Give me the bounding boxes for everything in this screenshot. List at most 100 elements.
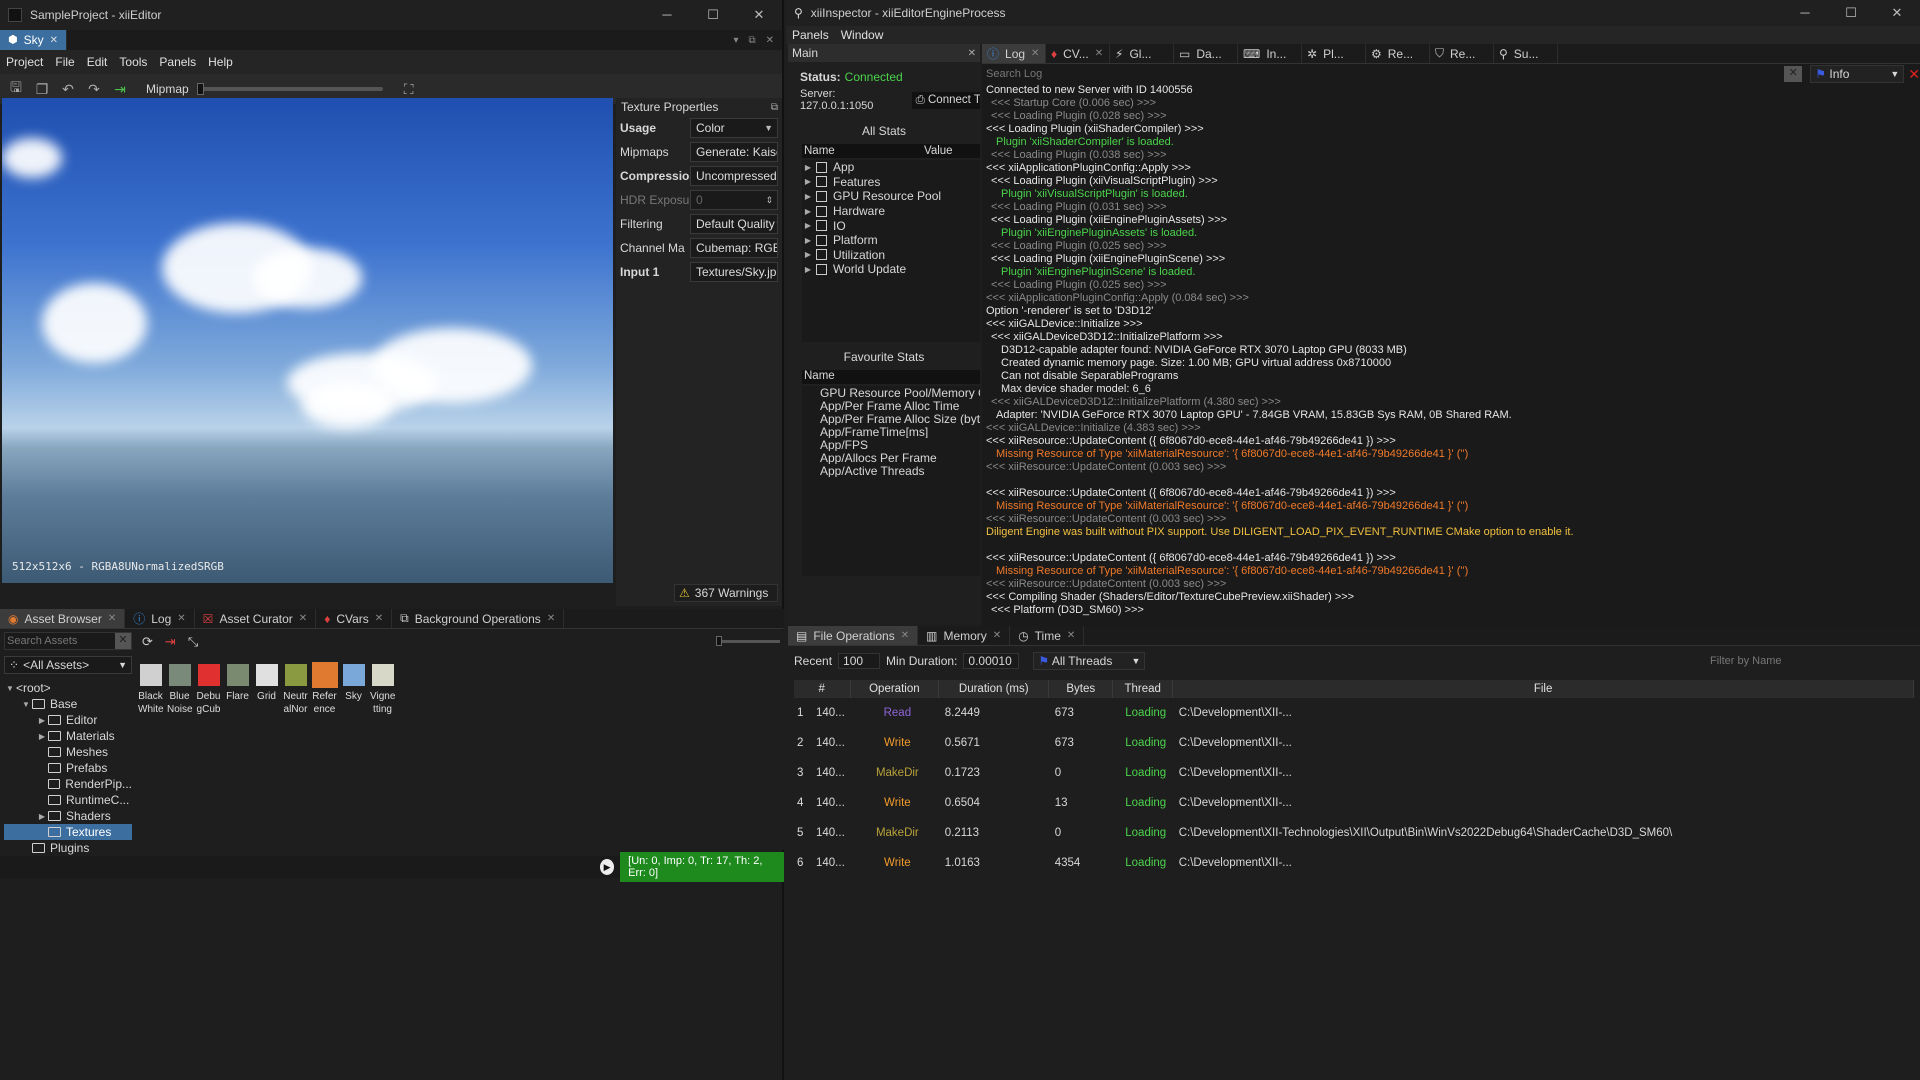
tree-item-plugins[interactable]: Plugins <box>4 840 132 856</box>
prop-value-mipmaps[interactable]: Generate: Kaiser▼ <box>690 142 778 162</box>
minimize-button[interactable]: ─ <box>1782 5 1828 21</box>
expand-icon[interactable]: ▶ <box>802 192 814 201</box>
float-icon[interactable]: ⧉ <box>748 35 755 46</box>
fav-col-name[interactable]: Name <box>802 370 980 384</box>
mipmap-slider[interactable] <box>196 83 383 95</box>
warnings-badge[interactable]: ⚠ 367 Warnings <box>674 584 778 602</box>
favourite-stat[interactable]: App/Active Threads <box>802 464 980 477</box>
tree-item-shaders[interactable]: ▶ Shaders <box>4 808 132 824</box>
log-level-combo[interactable]: ⚑ Info ▼ <box>1810 65 1905 83</box>
expand-icon[interactable]: ▶ <box>36 716 48 725</box>
dropdown-icon[interactable]: ▾ <box>733 35 738 46</box>
stat-group-gpu-resource-pool[interactable]: ▶ GPU Resource Pool <box>802 189 980 204</box>
stat-group-utilization[interactable]: ▶ Utilization <box>802 248 980 263</box>
favourite-stat[interactable]: GPU Resource Pool/Memory Consur <box>802 386 980 399</box>
stat-group-io[interactable]: ▶ IO <box>802 218 980 233</box>
close-tab-icon[interactable]: ✕ <box>299 613 307 624</box>
menu-panels[interactable]: Panels <box>159 55 196 69</box>
close-tab-icon[interactable]: ✕ <box>375 613 383 624</box>
tab-file-operations[interactable]: ▤ File Operations ✕ <box>788 626 919 645</box>
undock-icon[interactable]: ⧉ <box>771 102 778 113</box>
asset-tile-neutr-alnor[interactable]: Neutr alNor <box>283 664 308 716</box>
search-assets-input[interactable]: Search Assets <box>7 635 77 647</box>
tree-item-editor[interactable]: ▶ Editor <box>4 712 132 728</box>
asset-tile-blue-noise[interactable]: Blue Noise <box>167 664 193 716</box>
prop-value-usage[interactable]: Color ▼ <box>690 118 778 138</box>
search-log-input[interactable]: Search Log <box>982 68 1042 80</box>
log-tab-globals[interactable]: ⚡ Gl... <box>1110 44 1174 63</box>
expand-icon[interactable]: ▼ <box>4 684 16 693</box>
stat-group-world-update[interactable]: ▶ World Update <box>802 262 980 277</box>
close-tab-icon[interactable]: ✕ <box>108 613 116 624</box>
tab-time[interactable]: ◷ Time ✕ <box>1010 626 1085 645</box>
tree-item-root[interactable]: ▼ <root> <box>4 680 132 696</box>
maximize-button[interactable]: ☐ <box>1828 5 1874 21</box>
asset-tile-refer-ence[interactable]: Refer ence <box>311 662 338 716</box>
col-file[interactable]: File <box>1172 680 1914 698</box>
close-tab-icon[interactable]: ✕ <box>50 35 58 46</box>
expand-icon[interactable]: ▶ <box>802 207 814 216</box>
clear-all-icon[interactable]: ✕ <box>1908 66 1920 83</box>
stat-group-platform[interactable]: ▶ Platform <box>802 233 980 248</box>
mipmap-slider-handle[interactable] <box>196 83 204 95</box>
threads-combo[interactable]: ⚑ All Threads ▼ <box>1033 652 1146 670</box>
clear-log-icon[interactable]: ✕ <box>1784 66 1803 82</box>
tree-item-materials[interactable]: ▶ Materials <box>4 728 132 744</box>
close-panel-icon[interactable]: ✕ <box>968 48 976 59</box>
close-button[interactable]: ✕ <box>1874 5 1920 21</box>
close-button[interactable]: ✕ <box>736 7 782 23</box>
minimize-button[interactable]: ─ <box>644 7 690 23</box>
close-tab-icon[interactable]: ✕ <box>1031 48 1039 59</box>
tree-item-renderpip[interactable]: RenderPip... <box>4 776 132 792</box>
col-duration-ms[interactable]: Duration (ms) <box>938 680 1050 698</box>
menu-help[interactable]: Help <box>208 55 233 69</box>
undo-icon[interactable]: ↶ <box>60 81 76 98</box>
asset-tile-vigne-tting[interactable]: Vigne tting <box>370 664 395 716</box>
main-tab-label[interactable]: Main <box>792 46 818 60</box>
col-operation[interactable]: Operation <box>850 680 940 698</box>
min-duration-spinbox[interactable]: 0.00010 <box>963 653 1020 669</box>
close-tab-icon[interactable]: ✕ <box>993 630 1001 641</box>
tree-item-prefabs[interactable]: Prefabs <box>4 760 132 776</box>
asset-tile-grid[interactable]: Grid <box>254 664 279 716</box>
col-value[interactable]: Value <box>922 145 953 157</box>
log-tab-info[interactable]: ⓘ Log ✕ <box>982 44 1046 63</box>
log-tab-input[interactable]: ⌨ In... <box>1238 44 1302 63</box>
prop-value-hdr-exposu[interactable]: 0 ⇕ <box>690 190 778 210</box>
tab-cvars[interactable]: ♦ CVars ✕ <box>316 609 393 628</box>
table-row[interactable]: 6 140... Write 1.0163 4354 Loading C:\Developm… <box>794 848 1914 878</box>
thumbnail-size-slider[interactable] <box>716 636 780 646</box>
tab-asset-browser[interactable]: ◉ Asset Browser ✕ <box>0 609 126 628</box>
log-tab-subsystems[interactable]: ⚲ Su... <box>1494 44 1558 63</box>
tree-item-textures[interactable]: Textures <box>4 824 132 840</box>
close-tab-icon[interactable]: ✕ <box>901 630 909 641</box>
log-tab-plugins[interactable]: ✲ Pl... <box>1302 44 1366 63</box>
menu-tools[interactable]: Tools <box>119 55 147 69</box>
table-row[interactable]: 5 140... MakeDir 0.2113 0 Loading C:\Developme… <box>794 818 1914 848</box>
prop-value-filtering[interactable]: Default Quality▼ <box>690 214 778 234</box>
tree-item-meshes[interactable]: Meshes <box>4 744 132 760</box>
close-tab-icon[interactable]: ✕ <box>177 613 185 624</box>
doc-tab-sky[interactable]: ⬢ Sky ✕ <box>0 30 68 50</box>
table-row[interactable]: 1 140... Read 8.2449 673 Loading C:\Developmen… <box>794 698 1914 728</box>
recent-spinbox[interactable]: 100 <box>838 653 881 669</box>
asset-filter-combo[interactable]: ⁘ <All Assets> ▼ <box>4 656 132 674</box>
screenshot-icon[interactable]: ⛶ <box>401 81 417 98</box>
clear-search-icon[interactable]: ✕ <box>115 633 131 649</box>
close-dock-icon[interactable]: ✕ <box>766 35 774 46</box>
stat-group-features[interactable]: ▶ Features <box>802 175 980 190</box>
export-icon[interactable]: ⇥ <box>112 81 128 98</box>
col-name[interactable]: Name <box>802 145 922 157</box>
expand-icon[interactable]: ▶ <box>802 221 814 230</box>
favourite-stat[interactable]: App/Per Frame Alloc Size (byte) <box>802 412 980 425</box>
favourite-stat[interactable]: App/FrameTime[ms] <box>802 425 980 438</box>
log-tab-data[interactable]: ▭ Da... <box>1174 44 1238 63</box>
log-output[interactable]: Connected to new Server with ID 1400556 <… <box>982 84 1920 618</box>
log-tab-resources[interactable]: ⛉ Re... <box>1430 44 1494 63</box>
menu-panels[interactable]: Panels <box>792 28 829 42</box>
link-icon[interactable]: ⤡ <box>188 634 198 650</box>
table-row[interactable]: 4 140... Write 0.6504 13 Loading C:\Developmen… <box>794 788 1914 818</box>
table-row[interactable]: 3 140... MakeDir 0.1723 0 Loading C:\Developme… <box>794 758 1914 788</box>
tab-background-operations[interactable]: ⧉ Background Operations ✕ <box>392 609 565 628</box>
prop-value-input-1[interactable]: Textures/Sky.jpg… <box>690 262 778 282</box>
